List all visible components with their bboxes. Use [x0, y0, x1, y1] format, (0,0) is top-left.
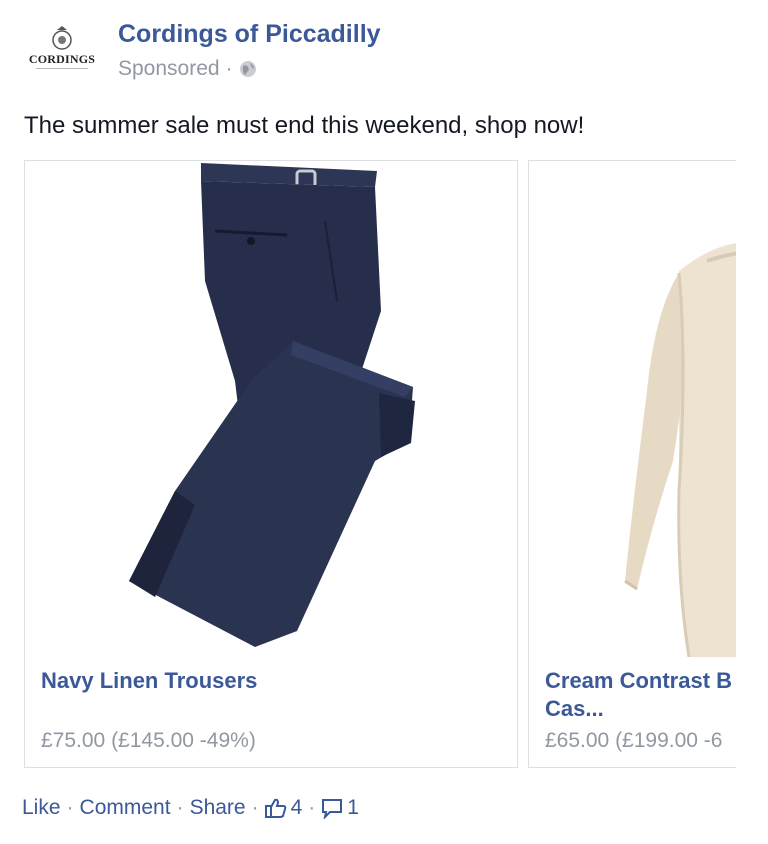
action-separator: · [176, 796, 184, 819]
navy-trousers-image[interactable] [25, 161, 517, 657]
sponsored-label[interactable]: Sponsored [118, 57, 220, 81]
action-separator: · [66, 796, 74, 819]
product-price: £65.00 (£199.00 -6 [545, 729, 723, 752]
comment-link[interactable]: Comment [80, 796, 171, 820]
like-count[interactable]: 4 [291, 796, 303, 820]
meta-separator: · [225, 57, 233, 80]
page-meta: Cordings of Piccadilly Sponsored · [118, 18, 381, 81]
globe-icon[interactable] [239, 60, 257, 78]
action-separator: · [308, 796, 316, 819]
sponsored-row: Sponsored · [118, 57, 381, 81]
logo-underline [36, 68, 88, 69]
page-name-link[interactable]: Cordings of Piccadilly [118, 20, 381, 49]
page-logo[interactable]: CORDINGS [22, 18, 102, 78]
product-title[interactable]: Navy Linen Trousers [41, 667, 511, 695]
product-price: £75.00 (£145.00 -49%) [41, 729, 256, 752]
comment-count[interactable]: 1 [347, 796, 359, 820]
post-actions: Like · Comment · Share · 4 · 1 [22, 796, 359, 820]
post-message: The summer sale must end this weekend, s… [24, 112, 585, 139]
crest-icon [52, 26, 72, 50]
cream-sweater-image[interactable] [529, 161, 736, 657]
like-link[interactable]: Like [22, 796, 61, 820]
share-link[interactable]: Share [190, 796, 246, 820]
post-header: CORDINGS Cordings of Piccadilly Sponsore… [22, 18, 381, 81]
product-card[interactable]: Navy Linen Trousers £75.00 (£145.00 -49%… [24, 160, 518, 768]
action-separator: · [251, 796, 259, 819]
product-title[interactable]: Cream Contrast B Cas... [545, 667, 735, 723]
comment-icon[interactable] [321, 797, 343, 819]
product-card[interactable]: Cream Contrast B Cas... £65.00 (£199.00 … [528, 160, 736, 768]
logo-text: CORDINGS [28, 52, 96, 66]
product-carousel[interactable]: Navy Linen Trousers £75.00 (£145.00 -49%… [24, 160, 736, 768]
thumbs-up-icon[interactable] [264, 797, 287, 819]
